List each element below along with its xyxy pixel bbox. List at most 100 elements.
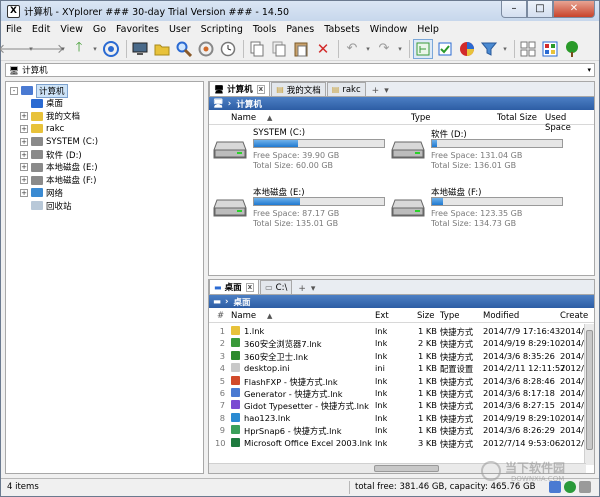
column-name[interactable]: Name: [231, 113, 256, 123]
tab-my-documents[interactable]: ▤ 我的文档: [271, 82, 326, 96]
tree-item[interactable]: + 我的文档: [20, 110, 80, 123]
filter-icon[interactable]: [479, 39, 499, 59]
address-input[interactable]: 计算机: [22, 64, 587, 76]
breadcrumb-item[interactable]: 桌面: [234, 296, 251, 308]
delete-icon[interactable]: ✕: [313, 39, 333, 59]
tree-icon[interactable]: [562, 39, 582, 59]
up-icon[interactable]: 🡑: [69, 39, 89, 59]
tab-close-icon[interactable]: x: [256, 84, 266, 94]
file-row[interactable]: 4 desktop.ini ini 1 KB 配置设置 2014/2/11 12:11:5…: [209, 362, 587, 374]
tree-expand-toggle[interactable]: +: [20, 112, 28, 121]
desktop-icon[interactable]: ▬: [213, 297, 221, 307]
tree-expand-toggle[interactable]: +: [20, 188, 28, 197]
computer-icon[interactable]: 🖥: [213, 99, 224, 109]
up-dropdown-icon[interactable]: ▾: [91, 39, 99, 59]
tab-list-dropdown-icon[interactable]: ▾: [384, 86, 389, 96]
pie-chart-icon[interactable]: [457, 39, 477, 59]
redo-dropdown-icon[interactable]: ▾: [396, 39, 404, 59]
tab-desktop[interactable]: ▬ 桌面 x: [209, 279, 260, 294]
file-row[interactable]: 6 Generator - 快捷方式.lnk lnk 1 KB 快捷方式 2014/3/6…: [209, 387, 587, 399]
column-created[interactable]: Create: [560, 311, 588, 321]
monitor-icon[interactable]: [130, 39, 150, 59]
menu-favorites[interactable]: Favorites: [111, 24, 164, 35]
menu-user[interactable]: User: [164, 24, 196, 35]
tab-rakc[interactable]: ▤ rakc: [326, 82, 366, 96]
file-row[interactable]: 8 hao123.lnk lnk 1 KB 快捷方式 2014/9/19 8:29:10 2…: [209, 412, 587, 424]
menu-panes[interactable]: Panes: [281, 24, 319, 35]
undo-icon[interactable]: ↶: [342, 39, 362, 59]
tab-c-drive[interactable]: ▭ C:\: [260, 280, 293, 294]
column-size[interactable]: Size: [417, 311, 434, 321]
tree-item[interactable]: + 网络: [20, 186, 63, 199]
find-icon[interactable]: [174, 39, 194, 59]
tree-item[interactable]: + 本地磁盘 (F:): [20, 174, 96, 187]
file-row[interactable]: 3 360安全卫士.lnk lnk 1 KB 快捷方式 2014/3/6 8:35:26 2…: [209, 350, 587, 362]
tree-item[interactable]: + rakc: [20, 122, 64, 135]
tab-computer[interactable]: 🖥 计算机 x: [209, 81, 271, 96]
column-ext[interactable]: Ext: [375, 311, 389, 321]
tree-item[interactable]: 回收站: [20, 199, 72, 212]
column-total-size[interactable]: Total Size: [497, 113, 537, 123]
column-index[interactable]: #: [217, 311, 224, 321]
tab-list-dropdown-icon[interactable]: ▾: [311, 284, 316, 294]
drive-item[interactable]: 本地磁盘 (F:) Free Space: 123.35 GB Total Size…: [389, 186, 569, 228]
tree-expand-toggle[interactable]: +: [20, 163, 28, 172]
drive-item[interactable]: 本地磁盘 (E:) Free Space: 87.17 GB Total Size:…: [211, 186, 391, 228]
filter-dropdown-icon[interactable]: ▾: [501, 39, 509, 59]
file-row[interactable]: 2 360安全浏览器7.lnk lnk 2 KB 快捷方式 2014/9/19 8:29:…: [209, 337, 587, 349]
copy-icon[interactable]: [247, 39, 267, 59]
file-row[interactable]: 7 Gidot Typesetter - 快捷方式.lnk lnk 1 KB 快捷方式 2…: [209, 399, 587, 411]
tree-item[interactable]: - 计算机: [10, 83, 68, 98]
paste-icon[interactable]: [291, 39, 311, 59]
back-icon[interactable]: 🡐: [0, 39, 32, 59]
scrollbar-thumb[interactable]: [374, 465, 439, 472]
column-type[interactable]: Type: [440, 311, 460, 321]
move-icon[interactable]: [269, 39, 289, 59]
menu-help[interactable]: Help: [412, 24, 444, 35]
time-icon[interactable]: [218, 39, 238, 59]
tree-expand-toggle[interactable]: +: [20, 176, 28, 185]
column-name[interactable]: Name: [231, 311, 256, 321]
checkbox-icon[interactable]: [435, 39, 455, 59]
file-row[interactable]: 10 Microsoft Office Excel 2003.lnk lnk 3 KB…: [209, 437, 587, 449]
tab-close-icon[interactable]: x: [245, 282, 255, 292]
file-row[interactable]: 5 FlashFXP - 快捷方式.lnk lnk 1 KB 快捷方式 2014/3/6 …: [209, 375, 587, 387]
tree-item[interactable]: + SYSTEM (C:): [20, 135, 98, 148]
menu-tabsets[interactable]: Tabsets: [319, 24, 365, 35]
breadcrumb-item[interactable]: 计算机: [236, 98, 262, 110]
add-tab-button[interactable]: +: [372, 86, 380, 96]
file-row[interactable]: 1 1.lnk lnk 1 KB 快捷方式 2014/7/9 17:16:43 2014/: [209, 325, 587, 337]
grid-icon[interactable]: [540, 39, 560, 59]
tree-expand-toggle[interactable]: -: [10, 86, 18, 95]
chevron-right-icon[interactable]: ›: [228, 99, 232, 109]
tree-toggle-icon[interactable]: [413, 38, 433, 59]
tree-expand-toggle[interactable]: +: [20, 124, 28, 133]
scrollbar-thumb[interactable]: [586, 330, 593, 450]
column-modified[interactable]: Modified: [483, 311, 519, 321]
minimize-button[interactable]: –: [501, 1, 527, 18]
menu-file[interactable]: File: [1, 24, 27, 35]
drive-item[interactable]: 软件 (D:) Free Space: 131.04 GB Total Size: …: [389, 128, 569, 170]
maximize-button[interactable]: □: [527, 1, 553, 18]
drive-item[interactable]: SYSTEM (C:) Free Space: 39.90 GB Total Siz…: [211, 128, 391, 170]
tree-item[interactable]: 桌面: [20, 97, 63, 110]
menu-edit[interactable]: Edit: [27, 24, 55, 35]
layout-icon[interactable]: [518, 39, 538, 59]
redo-icon[interactable]: ↷: [374, 39, 394, 59]
close-button[interactable]: ✕: [553, 1, 595, 18]
tree-expand-toggle[interactable]: +: [20, 137, 28, 146]
file-row[interactable]: 9 HprSnap6 - 快捷方式.lnk lnk 1 KB 快捷方式 2014/3/6 …: [209, 424, 587, 436]
folder-icon[interactable]: [152, 39, 172, 59]
sync-icon[interactable]: [196, 39, 216, 59]
menu-scripting[interactable]: Scripting: [196, 24, 248, 35]
chevron-down-icon[interactable]: ▾: [587, 66, 594, 74]
menu-tools[interactable]: Tools: [248, 24, 281, 35]
chevron-right-icon[interactable]: ›: [225, 297, 229, 307]
forward-icon[interactable]: 🡒: [30, 39, 65, 59]
tree-item[interactable]: + 软件 (D:): [20, 148, 82, 161]
add-tab-button[interactable]: +: [298, 284, 306, 294]
tree-expand-toggle[interactable]: +: [20, 150, 28, 159]
app-icon[interactable]: X: [7, 4, 20, 18]
menu-go[interactable]: Go: [88, 24, 111, 35]
menu-window[interactable]: Window: [365, 24, 412, 35]
